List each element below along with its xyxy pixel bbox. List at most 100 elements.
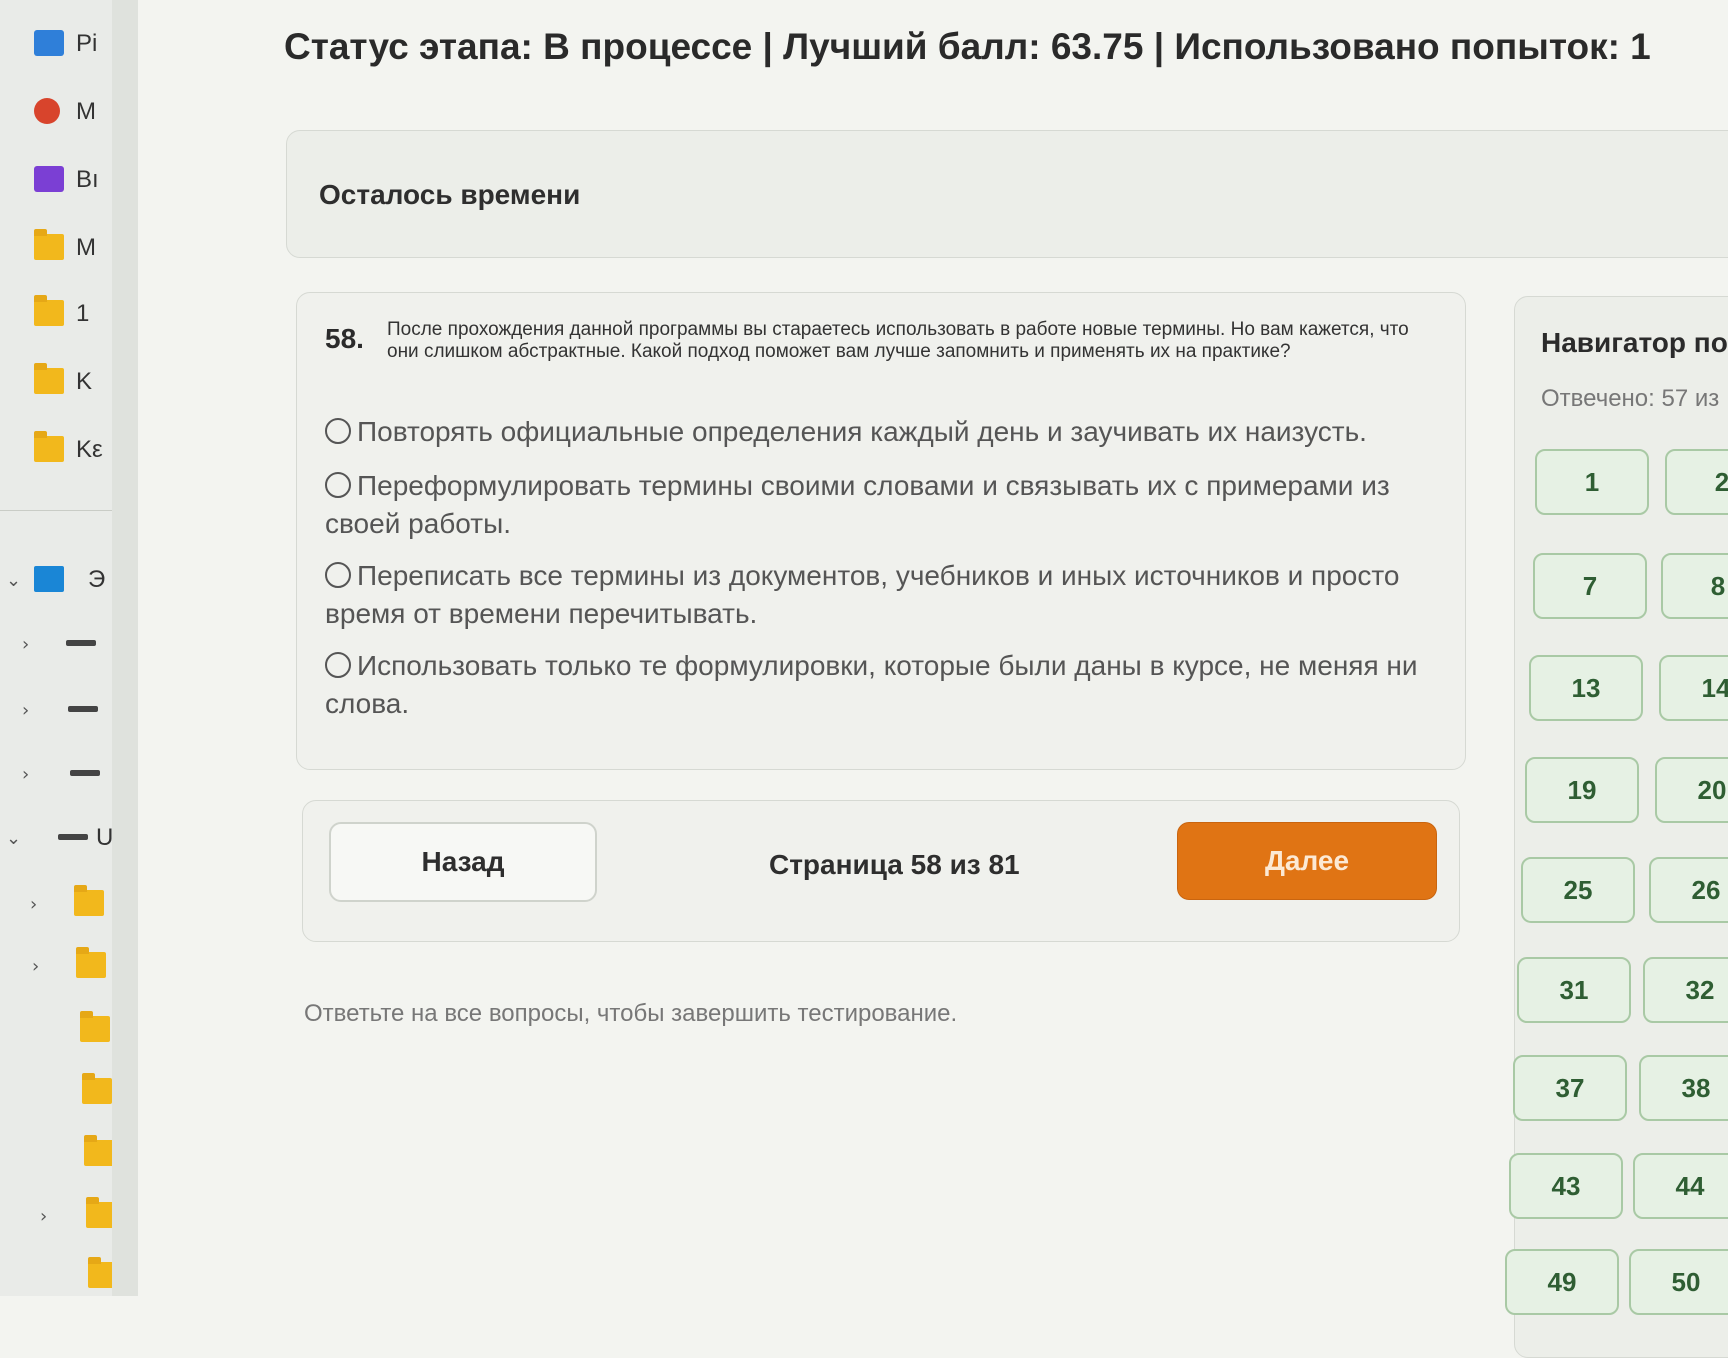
folder-icon [74,885,104,916]
radio-button[interactable] [325,418,351,444]
explorer-item-folder[interactable]: 1 [0,294,112,334]
nav-question-button[interactable]: 7 [1533,553,1647,619]
explorer-item-label: 1 [76,300,90,327]
chevron-down-icon[interactable]: ⌄ [6,570,24,591]
next-button[interactable]: Далее [1177,822,1437,900]
nav-question-button[interactable]: 49 [1505,1249,1619,1315]
folder-icon [34,431,64,462]
chevron-right-icon[interactable]: › [30,894,48,915]
back-button[interactable]: Назад [329,822,597,902]
chevron-right-icon[interactable]: › [40,1206,58,1227]
page-indicator: Страница 58 из 81 [769,849,1020,880]
chevron-right-icon[interactable]: › [32,956,50,977]
nav-question-button[interactable]: 20 [1655,757,1728,823]
chevron-right-icon[interactable]: › [22,634,40,655]
nav-question-button[interactable]: 25 [1521,857,1635,923]
folder-icon [84,1135,112,1166]
network-icon [66,640,96,646]
nav-question-button[interactable]: 38 [1639,1055,1728,1121]
answer-option-label: Переписать все термины из документов, уч… [325,560,1400,629]
nav-question-button[interactable]: 32 [1643,957,1728,1023]
tree-item-label: U [96,824,113,851]
question-text: После прохождения данной программы вы ст… [387,319,1409,362]
answer-option-3[interactable]: Переписать все термины из документов, уч… [325,557,1425,633]
tree-item-drive[interactable]: › [0,690,112,730]
tree-subfolder[interactable] [0,1256,112,1296]
tree-item-drive[interactable]: › [0,754,112,794]
drive-icon [68,706,98,712]
explorer-item-label: M [76,98,96,125]
drive-icon [70,770,100,776]
tree-subfolder[interactable]: › [0,1196,112,1236]
nav-question-button[interactable]: 8 [1661,553,1728,619]
nav-question-button[interactable]: 44 [1633,1153,1728,1219]
answer-option-4[interactable]: Использовать только те формулировки, кот… [325,647,1425,723]
explorer-item-folder[interactable]: K [0,362,112,402]
folder-icon [86,1197,112,1228]
tree-item-label: Э [88,566,106,593]
answer-option-2[interactable]: Переформулировать термины своими словами… [325,467,1425,543]
folder-icon [34,363,64,394]
answered-count: Отвечено: 57 из [1541,385,1720,412]
explorer-item-label: Pi [76,30,98,57]
answer-option-label: Переформулировать термины своими словами… [325,470,1390,539]
navigator-title: Навигатор по [1541,327,1728,358]
answer-option-label: Использовать только те формулировки, кот… [325,650,1418,719]
tree-subfolder[interactable]: › [0,884,112,924]
tree-subfolder[interactable]: › [0,946,112,986]
folder-icon [34,295,64,326]
nav-question-button[interactable]: 31 [1517,957,1631,1023]
nav-question-button[interactable]: 26 [1649,857,1728,923]
radio-button[interactable] [325,562,351,588]
radio-button[interactable] [325,472,351,498]
folder-icon [82,1073,112,1104]
nav-question-button[interactable]: 13 [1529,655,1643,721]
tree-subfolder[interactable] [0,1072,112,1112]
tree-item-drive-u[interactable]: ⌄ U [0,818,112,858]
folder-icon [76,947,106,978]
pc-icon [34,566,64,592]
nav-question-button[interactable]: 19 [1525,757,1639,823]
nav-question-button[interactable]: 43 [1509,1153,1623,1219]
pagination-panel: Назад Страница 58 из 81 Далее [302,800,1460,942]
question-number: 58. [325,323,364,354]
timer-panel: Осталось времени [286,130,1728,258]
folder-icon [80,1011,110,1042]
tree-subfolder[interactable] [0,1010,112,1050]
nav-question-button[interactable]: 2 [1665,449,1728,515]
explorer-item-label: Kε [76,436,103,463]
answer-option-label: Повторять официальные определения каждый… [357,416,1367,447]
chevron-down-icon[interactable]: ⌄ [6,828,24,849]
pictures-icon [34,30,64,56]
completion-hint: Ответьте на все вопросы, чтобы завершить… [304,1000,958,1027]
folder-icon [88,1257,112,1288]
explorer-divider [0,510,112,511]
explorer-item-label: M [76,234,96,261]
question-navigator: Навигатор по Отвечено: 57 из 1 2 7 8 13 … [1505,296,1728,1358]
explorer-item-folder[interactable]: Kε [0,430,112,470]
nav-question-button[interactable]: 50 [1629,1249,1728,1315]
tree-item-this-pc[interactable]: ⌄ Э [0,560,112,600]
explorer-item-videos[interactable]: Bı [0,160,112,200]
nav-question-button[interactable]: 14 [1659,655,1728,721]
question-card: 58. После прохождения данной программы в… [296,292,1466,770]
drive-icon [58,834,88,840]
file-explorer-sidebar: Pi M Bı M 1 K Kε ⌄ Э › › › ⌄ U › › › [0,0,113,1296]
explorer-splitter[interactable] [112,0,138,1296]
tree-item-network[interactable]: › [0,624,112,664]
chevron-right-icon[interactable]: › [22,764,40,785]
explorer-item-folder[interactable]: M [0,228,112,268]
timer-label: Осталось времени [319,179,581,210]
explorer-item-label: Bı [76,166,99,193]
explorer-item-music[interactable]: M [0,92,112,132]
video-icon [34,166,64,192]
nav-question-button[interactable]: 1 [1535,449,1649,515]
music-icon [34,98,60,124]
folder-icon [34,229,64,260]
answer-option-1[interactable]: Повторять официальные определения каждый… [325,413,1425,451]
nav-question-button[interactable]: 37 [1513,1055,1627,1121]
radio-button[interactable] [325,652,351,678]
tree-subfolder[interactable] [0,1134,112,1174]
chevron-right-icon[interactable]: › [22,700,40,721]
explorer-item-pictures[interactable]: Pi [0,24,112,64]
